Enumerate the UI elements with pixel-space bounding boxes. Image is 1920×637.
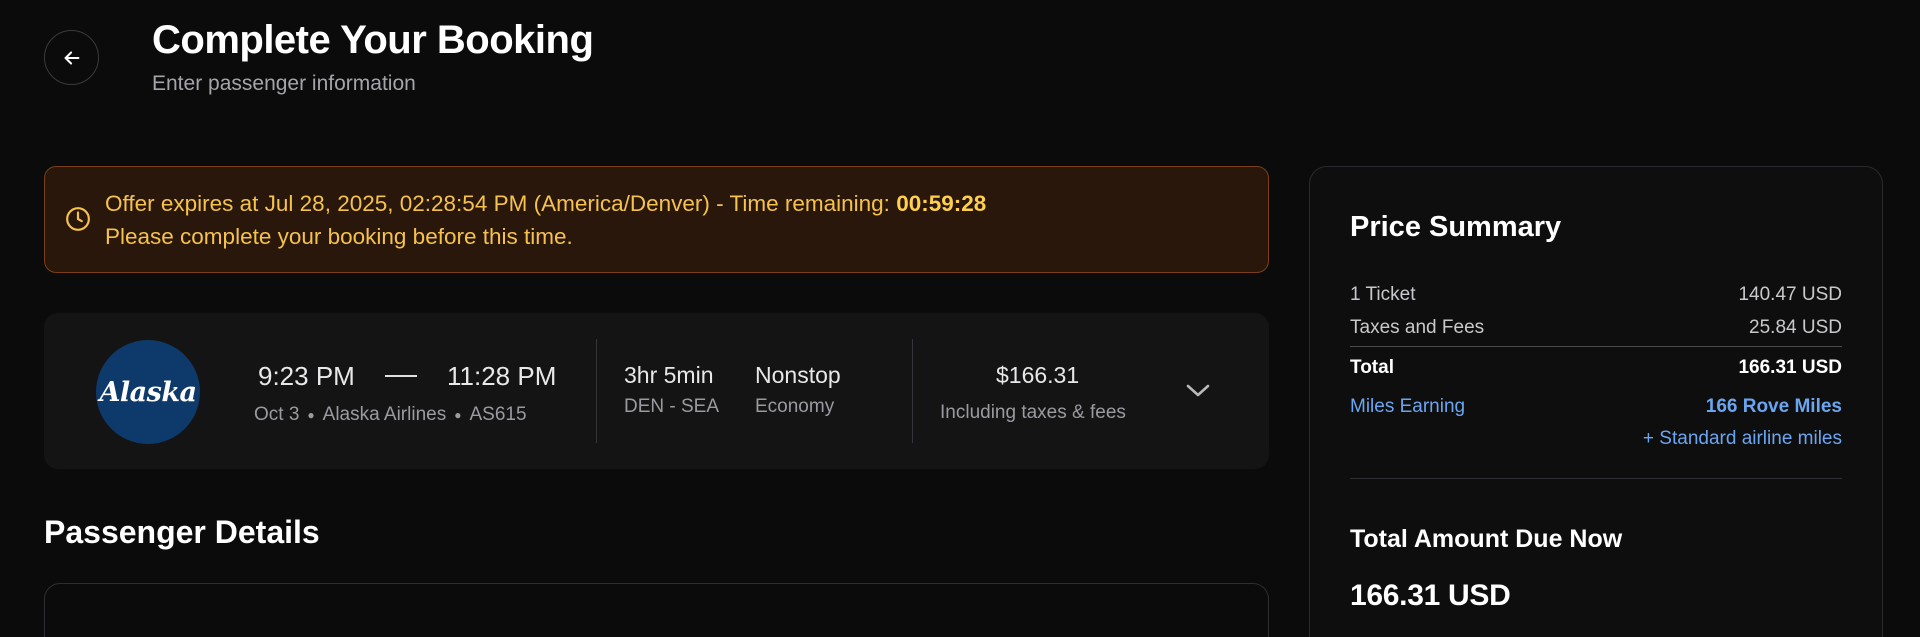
airline-name: Alaska Airlines — [322, 404, 447, 425]
divider — [1350, 478, 1842, 479]
airline-logo-text: Alaska — [99, 376, 197, 408]
taxes-value: 25.84 USD — [1749, 317, 1842, 338]
ticket-label: 1 Ticket — [1350, 284, 1416, 305]
miles-label: Miles Earning — [1350, 396, 1466, 417]
arrow-left-icon — [64, 50, 79, 65]
offer-expiry-text: Offer expires at Jul 28, 2025, 02:28:54 … — [105, 191, 986, 217]
dot-separator: ● — [307, 408, 315, 422]
amount-due-label: Total Amount Due Now — [1350, 525, 1623, 553]
passenger-details-heading: Passenger Details — [44, 514, 320, 550]
flight-meta: Oct 3 ● Alaska Airlines ● AS615 — [254, 404, 527, 426]
miles-value: 166 Rove Miles — [1705, 396, 1842, 417]
vertical-divider — [912, 339, 913, 443]
passenger-details-form — [44, 583, 1269, 637]
departure-time: 9:23 PM — [258, 361, 355, 391]
dot-separator: ● — [454, 408, 462, 422]
flight-summary-card[interactable]: Alaska 9:23 PM 11:28 PM Oct 3 ● Alaska A… — [44, 313, 1269, 469]
vertical-divider — [596, 339, 597, 443]
total-value: 166.31 USD — [1738, 357, 1842, 378]
page-title: Complete Your Booking — [152, 18, 594, 62]
flight-number: AS615 — [469, 404, 527, 425]
offer-expiry-message: Offer expires at Jul 28, 2025, 02:28:54 … — [105, 191, 897, 216]
flight-stops: Nonstop — [755, 362, 841, 388]
time-separator — [385, 375, 417, 377]
chevron-down-icon[interactable] — [1184, 381, 1212, 401]
ticket-value: 140.47 USD — [1738, 284, 1842, 305]
flight-duration: 3hr 5min — [624, 362, 714, 388]
arrival-time: 11:28 PM — [447, 361, 557, 391]
airline-logo: Alaska — [96, 340, 200, 444]
divider — [1350, 346, 1842, 347]
clock-icon — [66, 207, 90, 231]
cabin-class: Economy — [755, 396, 835, 417]
total-row: Total 166.31 USD — [1350, 357, 1842, 379]
ticket-row: 1 Ticket 140.47 USD — [1350, 284, 1842, 306]
price-summary-panel: Price Summary 1 Ticket 140.47 USD Taxes … — [1309, 166, 1883, 637]
offer-expiry-banner: Offer expires at Jul 28, 2025, 02:28:54 … — [44, 166, 1269, 273]
offer-instruction: Please complete your booking before this… — [105, 224, 573, 249]
countdown-timer: 00:59:28 — [896, 191, 987, 216]
taxes-row: Taxes and Fees 25.84 USD — [1350, 317, 1842, 339]
total-label: Total — [1350, 357, 1394, 378]
back-button[interactable] — [44, 30, 99, 85]
flight-date: Oct 3 — [254, 404, 300, 425]
amount-due-value: 166.31 USD — [1350, 579, 1511, 612]
price-summary-title: Price Summary — [1350, 211, 1562, 243]
taxes-label: Taxes and Fees — [1350, 317, 1485, 338]
page-subtitle: Enter passenger information — [152, 72, 416, 95]
standard-miles-note: + Standard airline miles — [1642, 428, 1842, 449]
fare-price: $166.31 — [996, 362, 1080, 388]
fare-price-note: Including taxes & fees — [940, 402, 1126, 423]
flight-route: DEN - SEA — [624, 396, 720, 417]
miles-row: Miles Earning 166 Rove Miles — [1350, 396, 1842, 418]
